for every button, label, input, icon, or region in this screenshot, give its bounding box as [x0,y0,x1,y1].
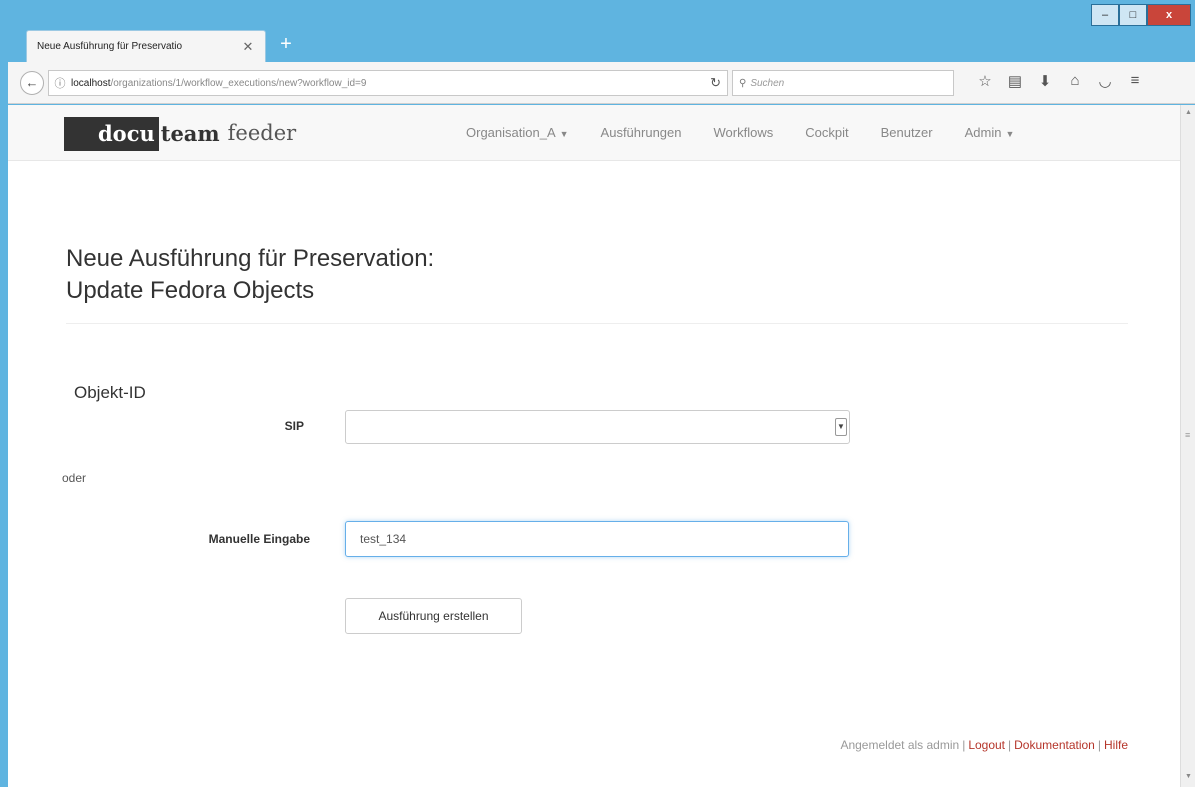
help-link[interactable]: Hilfe [1104,738,1128,752]
new-tab-button[interactable]: + [276,34,296,54]
minimize-button[interactable]: – [1091,4,1119,26]
brand-logo[interactable]: docu team feeder [64,117,296,151]
brand-feeder: feeder [227,121,297,145]
pocket-icon[interactable]: ◡ [1090,72,1120,94]
create-execution-button[interactable]: Ausführung erstellen [345,598,522,634]
bookmark-star-icon[interactable]: ☆ [970,72,1000,94]
close-tab-icon[interactable]: ✕ [241,39,255,55]
manual-input-label: Manuelle Eingabe [208,532,310,546]
divider [66,323,1128,324]
vertical-scrollbar[interactable]: ▲ ≡ ▼ [1180,105,1195,787]
scroll-down-icon[interactable]: ▼ [1183,773,1194,783]
documentation-link[interactable]: Dokumentation [1014,738,1095,752]
nav-workflows[interactable]: Workflows [714,125,774,140]
url-path: /organizations/1/workflow_executions/new… [110,77,367,89]
url-host: localhost [71,77,111,89]
object-id-heading: Objekt-ID [74,383,146,402]
nav-users[interactable]: Benutzer [881,125,933,140]
reading-list-icon[interactable]: ▤ [1000,72,1030,94]
browser-tab[interactable]: Neue Ausführung für Preservatio ✕ [26,30,266,62]
nav-admin-label: Admin [964,125,1002,140]
manual-id-input[interactable] [345,521,849,557]
nav-admin-dropdown[interactable]: Admin ▼ [965,125,1015,140]
app-navbar: docu team feeder Organisation_A ▼ Ausführ… [8,105,1180,161]
title-bar: Neue Ausführung für Preservatio ✕ + – □ … [0,0,1195,62]
menu-icon[interactable]: ≡ [1120,72,1150,94]
scroll-grip-icon[interactable]: ≡ [1185,430,1190,440]
browser-window: Neue Ausführung für Preservatio ✕ + – □ … [0,0,1195,787]
caret-down-icon: ▼ [1005,129,1015,139]
page-title: Neue Ausführung für Preservation: Update… [66,243,434,307]
back-arrow-icon[interactable]: ← [20,71,44,95]
nav-cockpit[interactable]: Cockpit [805,125,848,140]
logout-link[interactable]: Logout [968,738,1005,752]
search-icon: ⚲ [739,77,747,89]
search-placeholder: Suchen [750,77,785,89]
footer: Angemeldet als admin | Logout | Dokumentatio… [840,738,1128,752]
nav-organisation-dropdown[interactable]: Organisation_A ▼ [466,125,569,140]
search-input[interactable]: ⚲ Suchen [732,70,954,96]
nav-organisation-label: Organisation_A [466,125,556,140]
page-title-line1: Neue Ausführung für Preservation: [66,245,435,272]
sip-select[interactable]: ▼ [345,410,850,444]
url-bar[interactable]: ⓘ localhost /organizations/1/workflow_ex… [48,70,728,96]
main-nav: Organisation_A ▼ Ausführungen Workflows C… [466,125,1046,140]
maximize-button[interactable]: □ [1119,4,1147,26]
nav-executions[interactable]: Ausführungen [601,125,682,140]
chevron-down-icon[interactable]: ▼ [835,418,847,436]
scroll-up-icon[interactable]: ▲ [1183,109,1194,119]
home-icon[interactable]: ⌂ [1060,72,1090,94]
download-icon[interactable]: ⬇ [1030,72,1060,94]
tab-title: Neue Ausführung für Preservatio [37,41,183,52]
close-window-button[interactable]: x [1147,4,1191,26]
toolbar-icons: ☆ ▤ ⬇ ⌂ ◡ ≡ [970,72,1150,94]
caret-down-icon: ▼ [559,129,569,139]
brand-docu: docu [64,117,159,151]
page-title-line2: Update Fedora Objects [66,277,315,304]
brand-team: team [160,121,220,146]
sip-label: SIP [284,419,304,433]
logged-in-text: Angemeldet als admin [840,738,960,752]
browser-toolbar: ← ⓘ localhost /organizations/1/workflow_… [8,62,1195,104]
window-controls: – □ x [1091,4,1191,26]
info-icon[interactable]: ⓘ [49,75,71,91]
reload-icon[interactable]: ↻ [710,75,721,91]
page-content: docu team feeder Organisation_A ▼ Ausführ… [8,105,1180,787]
or-separator: oder [62,471,87,485]
